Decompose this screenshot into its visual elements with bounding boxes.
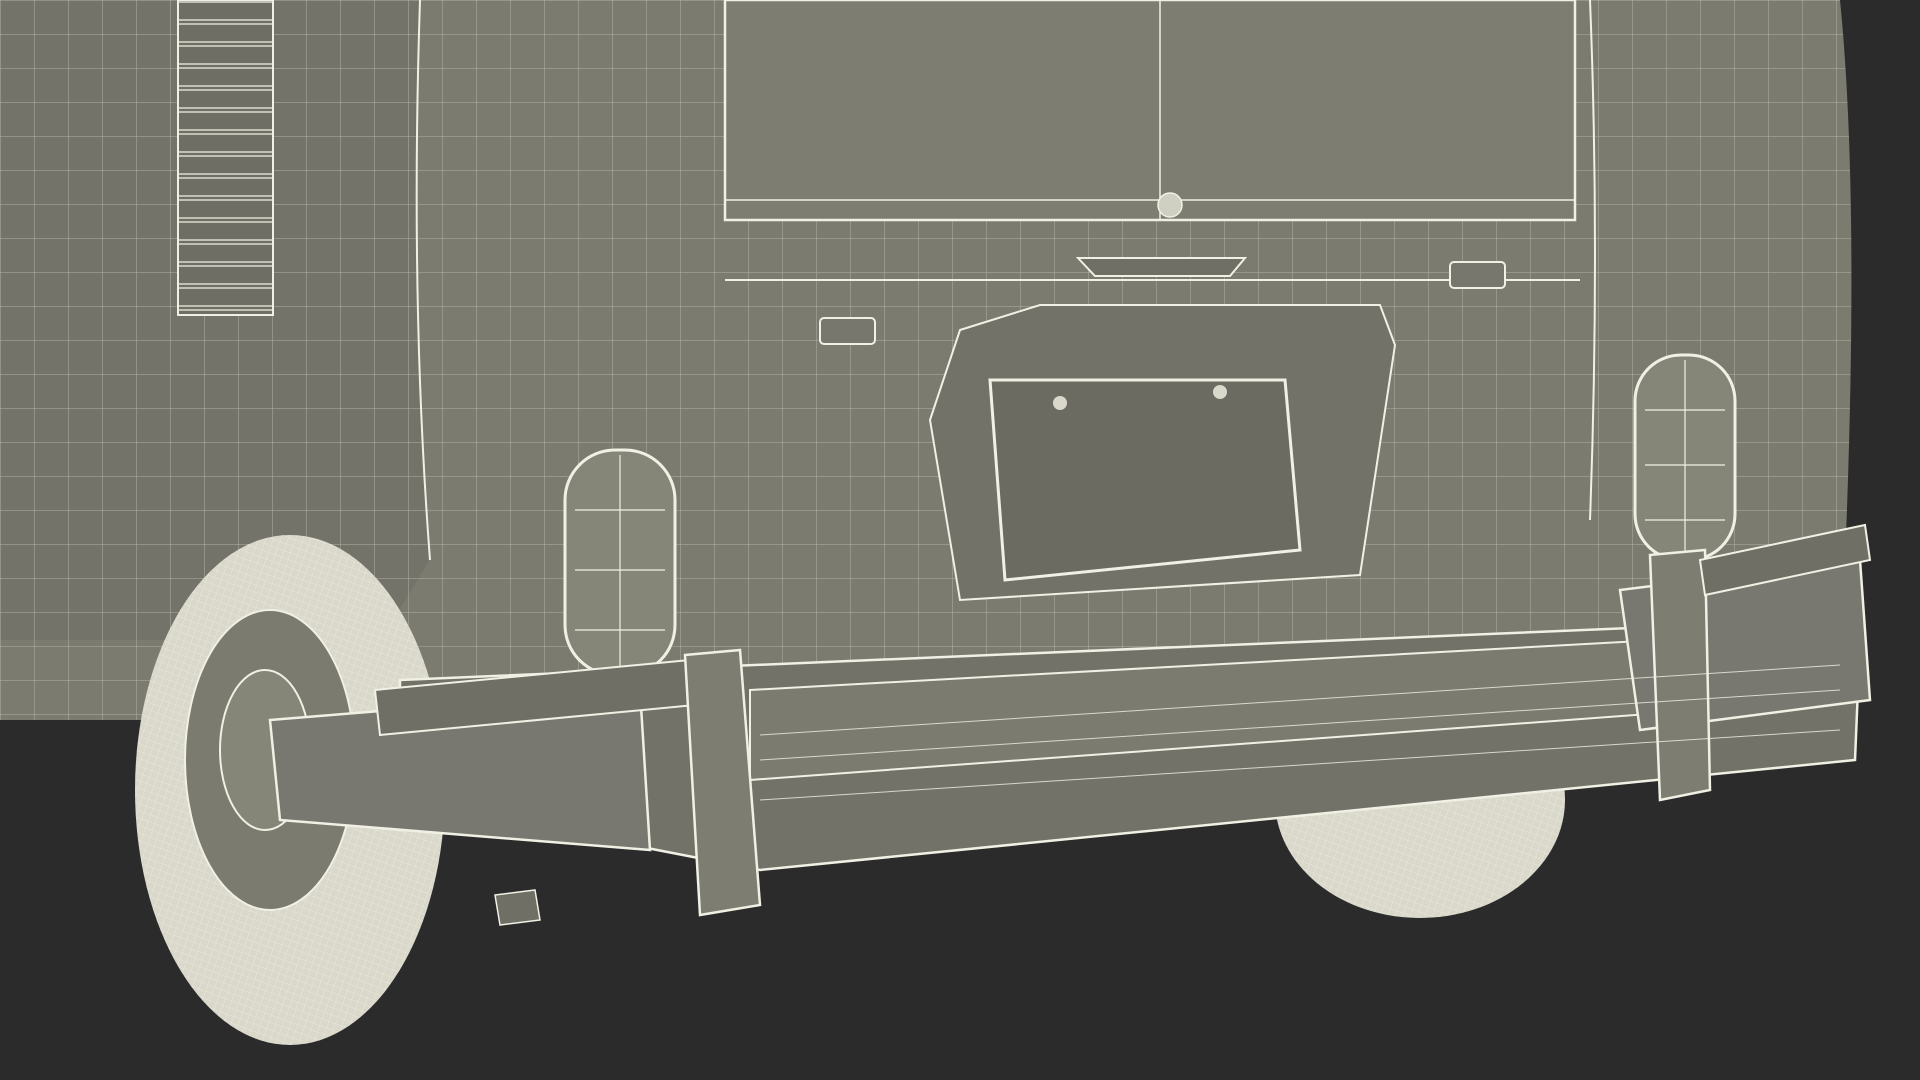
lid-lock-icon xyxy=(1157,192,1183,218)
hinge-right xyxy=(1449,261,1506,289)
tow-bracket xyxy=(494,889,541,926)
hinge-left xyxy=(819,317,876,345)
side-louvers xyxy=(177,0,274,316)
tail-light-left xyxy=(563,448,677,677)
plate-bolt-left xyxy=(1053,396,1067,410)
render-viewport xyxy=(0,0,1920,1080)
lid-handle xyxy=(1075,257,1248,277)
wireframe-scene xyxy=(0,0,1872,1045)
plate-bolt-right xyxy=(1213,385,1227,399)
tail-light-right xyxy=(1633,353,1737,562)
license-plate xyxy=(988,378,1302,582)
license-plate-housing xyxy=(928,304,1397,602)
